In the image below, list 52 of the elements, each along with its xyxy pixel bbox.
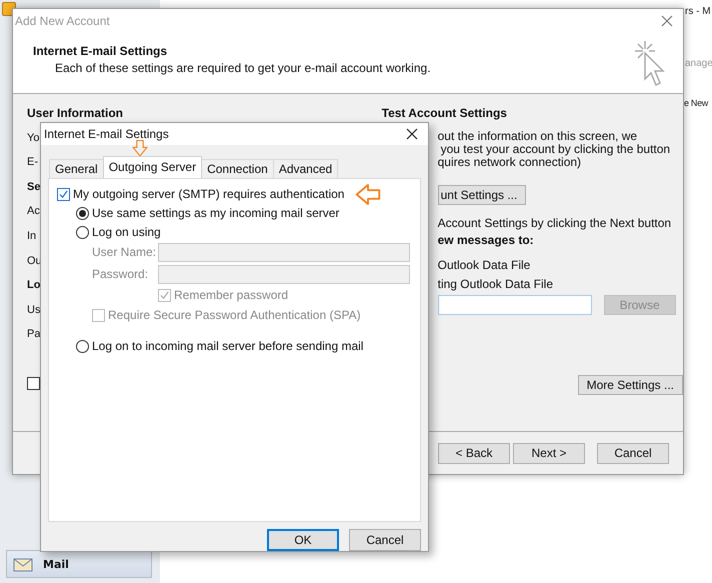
- down-arrow-icon: [131, 140, 149, 157]
- window-title: rs - M: [685, 6, 711, 17]
- section-heading: Test Account Settings: [382, 107, 508, 120]
- field-label: User Name:: [92, 245, 158, 260]
- cancel-button[interactable]: Cancel: [349, 529, 421, 551]
- section-description: Each of these settings are required to get your e-mail account working.: [54, 61, 431, 75]
- radio-button[interactable]: [76, 206, 89, 220]
- description-text: out the information on this screen, we: [438, 130, 638, 143]
- mail-nav-button[interactable]: Mail: [6, 550, 152, 578]
- ok-button[interactable]: OK: [267, 529, 339, 551]
- checkbox-label: Account Settings by clicking the Next button: [438, 217, 672, 230]
- field-label: Yo: [27, 132, 40, 145]
- more-settings-button[interactable]: More Settings ...: [578, 375, 683, 395]
- radio-label: Log on to incoming mail server before sending mail: [92, 339, 364, 354]
- checkbox-label: My outgoing server (SMTP) requires authentication: [73, 187, 344, 202]
- radio-label: Use same settings as my incoming mail server: [92, 206, 340, 220]
- file-path-field[interactable]: [438, 295, 592, 315]
- left-arrow-icon: [355, 182, 382, 206]
- description-text: quires network connection): [438, 156, 582, 169]
- tab[interactable]: Advanced: [272, 158, 338, 178]
- cancel-button[interactable]: Cancel: [597, 442, 669, 464]
- close-icon[interactable]: [406, 128, 418, 140]
- section-heading: Lo: [27, 279, 40, 292]
- window-title: Internet E-mail Settings: [44, 126, 169, 141]
- envelope-icon: [13, 556, 33, 572]
- field-label: Pa: [27, 328, 40, 342]
- section-heading: Internet E-mail Settings: [33, 44, 168, 58]
- field-label: Ac: [27, 205, 40, 218]
- field-label: Us: [27, 304, 40, 317]
- description-text: you test your account by clicking the button: [440, 143, 670, 156]
- tab[interactable]: General: [49, 158, 104, 178]
- radio-button[interactable]: [76, 340, 89, 353]
- radio-button[interactable]: [76, 226, 89, 239]
- tab[interactable]: Outgoing Server: [102, 156, 202, 178]
- section-heading: User Information: [27, 107, 124, 120]
- checkbox[interactable]: [57, 188, 70, 201]
- field-label: Password:: [92, 267, 150, 282]
- window-title: Add New Account: [15, 14, 110, 28]
- test-settings-button[interactable]: unt Settings ...: [438, 185, 526, 205]
- radio-label: ting Outlook Data File: [438, 278, 554, 291]
- next-button[interactable]: Next >: [513, 442, 585, 464]
- radio-label: Log on using: [92, 225, 161, 240]
- section-heading: ew messages to:: [438, 234, 534, 247]
- field-label: E-: [27, 156, 38, 170]
- field-label: In: [27, 230, 36, 243]
- checkbox-label: Require Secure Password Authentication (SPA): [108, 308, 361, 322]
- toolbar-button[interactable]: e New: [684, 98, 708, 108]
- radio-label: Outlook Data File: [438, 259, 530, 272]
- section-heading: Se: [27, 180, 40, 194]
- checkbox[interactable]: [27, 376, 40, 390]
- checkbox-label: Remember password: [174, 288, 288, 302]
- back-button[interactable]: < Back: [438, 442, 510, 464]
